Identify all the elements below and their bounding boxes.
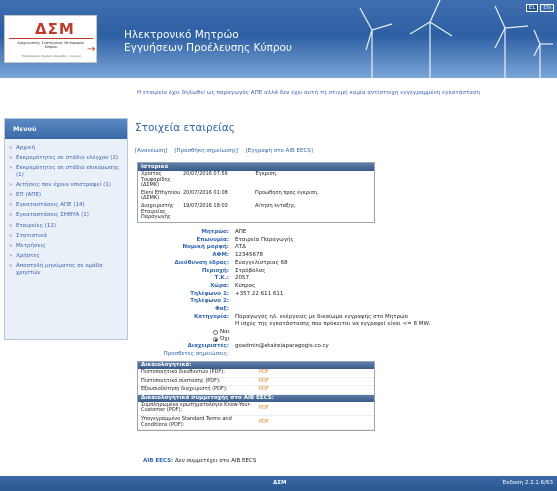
detail-row-address: Διεύθυνση έδρας: Ευαγγελίστριας 68 <box>174 259 288 266</box>
page: ΔΣΜ Διαχειριστής Συστήματος Μεταφοράς Κύ… <box>0 0 557 491</box>
sidebar-title: Μενού <box>5 119 127 139</box>
sidebar-menu: » Αρχική » Εκκρεμότητες σε στάδιο ελέγχου … <box>5 139 127 276</box>
detail-row-admins: Διαχειριστές: goadmin@etaireiaparagogis.c… <box>187 343 329 350</box>
document-row: Πιστοποιητικό διευθυντών (PDF): PDF <box>138 369 374 378</box>
bullet-icon: » <box>9 263 13 270</box>
language-switcher: EL EN <box>525 4 554 12</box>
history-row: Eleni Efthymiou (ΔΣΜΚ) 20/07/2016 01:08 Πρ… <box>141 189 319 202</box>
detail-row-category: Κατηγορία: Παραγωγός ηλ. ενέργειας με δικ… <box>137 314 557 329</box>
lang-el[interactable]: EL <box>525 4 539 12</box>
bullet-icon: » <box>9 253 13 260</box>
bullet-icon: » <box>9 202 13 209</box>
detail-row-notes: Προσθετες σημειώσεις: <box>137 351 557 359</box>
aib-value: Δεν συμμετέχει στο AIB EECS <box>174 458 257 464</box>
aib-register-link[interactable]: [Εγγραφή στο AIB EECS] <box>246 148 313 154</box>
refresh-link[interactable]: [Ανανέωση] <box>135 148 167 154</box>
logo-arrow-icon: → <box>87 44 96 55</box>
logo-underline <box>9 38 93 39</box>
aib-documents-title: Δικαιολογητικά συμμετοχής στο AIB EECS: <box>138 394 374 402</box>
radio-selected-icon <box>213 337 218 343</box>
notice-message: Η εταιρεία έχει δηλωθεί ως παραγωγός ΑΠΕ… <box>137 90 481 96</box>
lang-en[interactable]: EN <box>540 4 554 12</box>
aib-label: AIB EECS: <box>143 458 174 464</box>
pdf-link[interactable]: PDF <box>259 369 269 376</box>
sidebar-item-go[interactable]: » ΕΠ (ΑΠΕ) <box>9 192 123 198</box>
capacity-question: Η ισχύς της εγκατάστασης που πρόκειται ν… <box>235 321 431 328</box>
company-details: Μητρώο: ΑΠΕ Επωνυμία: Εταιρεία Παραγωγής Ν… <box>137 229 557 359</box>
page-title: Στοιχεία εταιρείας <box>135 122 235 134</box>
footer-version: Έκδοση 2.2.1.6/63 <box>502 480 553 486</box>
detail-row-postcode: Τ.Κ.: 2057 <box>214 275 249 282</box>
footer-org: ΔΣΜ <box>273 480 287 486</box>
document-row: Εξουσιοδότηση διαχειριστή (PDF): PDF <box>138 386 374 395</box>
documents-table: Δικαιολογητικά: Πιστοποιητικό διευθυντών… <box>137 361 375 432</box>
bullet-icon: » <box>9 212 13 219</box>
bullet-icon: » <box>9 222 13 229</box>
pdf-link[interactable]: PDF <box>259 387 269 393</box>
logo-org-name-en: Transmission System Operator - Cyprus <box>21 54 81 58</box>
aib-status: AIB EECS: Δεν συμμετέχει στο AIB EECS <box>143 458 256 464</box>
bullet-icon: » <box>9 181 13 188</box>
bullet-icon: » <box>9 165 13 172</box>
detail-row-fax: Φαξ: <box>215 306 229 313</box>
history-table: Ιστορικό Χρίστος Τουφαρίδης (ΔΣΜΚ) 20/07/… <box>137 162 375 223</box>
sidebar-item-statistics[interactable]: » Στατιστικά <box>9 233 123 239</box>
sidebar-item-measurements[interactable]: » Μετρήσεις <box>9 243 123 249</box>
add-note-link[interactable]: [Προσθήκη σημείωσης] <box>174 148 238 154</box>
footer: ΔΣΜ Έκδοση 2.2.1.6/63 <box>0 476 557 491</box>
capacity-radio-group: Ναι Όχι <box>213 329 557 343</box>
sidebar-item-home[interactable]: » Αρχική <box>9 145 123 151</box>
radio-icon <box>213 330 218 336</box>
history-title: Ιστορικό <box>138 163 374 171</box>
document-row: Συμπληρωμένο ερωτηματολόγιο Know-Your-Cu… <box>138 402 374 416</box>
action-links: [Ανανέωση] [Προσθήκη σημείωσης] [Εγγραφή… <box>135 148 549 154</box>
sidebar: Μενού » Αρχική » Εκκρεμότητες σε στάδιο ελ… <box>4 118 128 340</box>
sidebar-item-pending-validation[interactable]: » Εκκρεμότητες σε στάδιο επικύρωσης (1) <box>9 165 123 177</box>
logo-mark: ΔΣΜ <box>35 20 75 38</box>
bullet-icon: » <box>9 192 13 199</box>
document-row: Πιστοποιητικό σύστασης (PDF): PDF <box>138 378 374 387</box>
logo-org-name: Διαχειριστής Συστήματος Μεταφοράς Κύπρου <box>17 41 85 49</box>
notes-link[interactable]: Προσθετες σημειώσεις: <box>137 351 235 359</box>
detail-row-region: Περιοχή: Στρόβολος <box>201 267 266 274</box>
detail-row-country: Χώρα: Κύπρος <box>210 282 256 289</box>
site-title-line2: Εγγυήσεων Προέλευσης Κύπρου <box>124 41 292 54</box>
detail-row-phone2: Τηλέφωνο 2: <box>190 298 229 305</box>
detail-row-legal-form: Νομική μορφή: ΛΤΔ <box>182 244 246 251</box>
bullet-icon: » <box>9 243 13 250</box>
sidebar-item-users[interactable]: » Χρήστες <box>9 253 123 259</box>
header: ΔΣΜ Διαχειριστής Συστήματος Μεταφοράς Κύ… <box>0 0 557 78</box>
logo[interactable]: ΔΣΜ Διαχειριστής Συστήματος Μεταφοράς Κύ… <box>4 15 97 63</box>
pdf-link[interactable]: PDF <box>259 378 269 385</box>
sidebar-item-companies[interactable]: » Εταιρείες (12) <box>9 223 123 229</box>
sidebar-item-returned[interactable]: » Αιτήσεις που έχουν επιστραφεί (1) <box>9 182 123 188</box>
pdf-link[interactable]: PDF <box>259 417 269 428</box>
pdf-link[interactable]: PDF <box>259 403 269 414</box>
bullet-icon: » <box>9 232 13 239</box>
site-title: Ηλεκτρονικό Μητρώο Εγγυήσεων Προέλευσης … <box>124 29 292 54</box>
detail-row-registry: Μητρώο: ΑΠΕ <box>201 229 247 235</box>
bullet-icon: » <box>9 155 13 162</box>
sidebar-item-send-message[interactable]: » Αποστολή μηνύματος σε ομάδα χρηστών <box>9 263 123 275</box>
document-row: Υπογεγραμμένο Standard Terms and Conditi… <box>138 416 374 431</box>
documents-title: Δικαιολογητικά: <box>138 362 374 369</box>
history-row: Χρίστος Τουφαρίδης (ΔΣΜΚ) 20/07/2016 07:5… <box>141 171 278 189</box>
bullet-icon: » <box>9 145 13 151</box>
detail-row-afm: ΑΦΜ: 12345678 <box>212 252 263 259</box>
sidebar-item-res-installations[interactable]: » Εγκαταστάσεις ΑΠΕ (14) <box>9 202 123 208</box>
main-content: Στοιχεία εταιρείας [Ανανέωση] [Προσθήκη … <box>135 118 549 154</box>
sidebar-item-chp-installations[interactable]: » Εγκαταστάσεις ΣΗΘΥΑ (1) <box>9 212 123 218</box>
sidebar-item-pending-review[interactable]: » Εκκρεμότητες σε στάδιο ελέγχου (2) <box>9 155 123 161</box>
site-title-line1: Ηλεκτρονικό Μητρώο <box>124 29 239 41</box>
history-row: Διαχειριστής Εταιρείας Παραγωγής 19/07/20… <box>141 202 297 221</box>
